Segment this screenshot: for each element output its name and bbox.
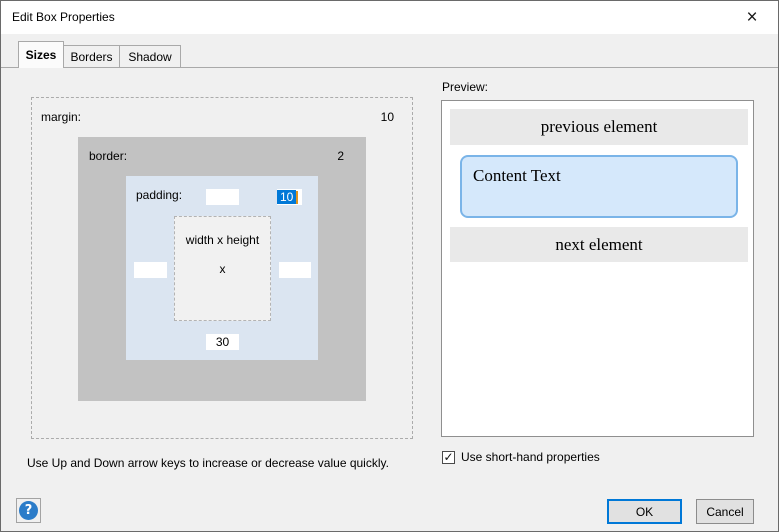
tab-sizes[interactable]: Sizes xyxy=(18,41,64,68)
preview-next-element: next element xyxy=(450,227,748,262)
ok-button[interactable]: OK xyxy=(607,499,682,524)
padding-right-input[interactable] xyxy=(279,262,311,278)
check-mark-icon: ✓ xyxy=(443,451,453,463)
padding-left-input[interactable] xyxy=(134,262,167,278)
help-icon: ? xyxy=(19,501,38,520)
dialog-title: Edit Box Properties xyxy=(12,10,115,24)
close-icon: × xyxy=(746,7,757,29)
padding-label: padding: xyxy=(136,188,182,202)
content-size-box: width x height x xyxy=(174,216,271,321)
shorthand-checkbox-label: Use short-hand properties xyxy=(461,450,600,464)
titlebar: Edit Box Properties × xyxy=(1,1,778,34)
margin-value: 10 xyxy=(381,110,394,124)
preview-content-box: Content Text xyxy=(460,155,738,218)
preview-label: Preview: xyxy=(442,80,488,94)
border-label: border: xyxy=(89,149,127,163)
checkbox-box: ✓ xyxy=(442,451,455,464)
tab-shadow[interactable]: Shadow xyxy=(119,45,181,68)
padding-bottom-input[interactable] xyxy=(206,334,239,350)
selected-text: 10 xyxy=(277,190,296,204)
padding-value-input[interactable]: 10 xyxy=(277,189,302,205)
hint-text: Use Up and Down arrow keys to increase o… xyxy=(27,456,389,470)
shorthand-checkbox[interactable]: ✓ Use short-hand properties xyxy=(442,450,600,464)
padding-top-input[interactable] xyxy=(206,189,239,205)
preview-canvas: previous element Content Text next eleme… xyxy=(441,100,754,437)
width-height-label: width x height xyxy=(175,233,270,247)
edit-box-properties-dialog: Edit Box Properties × Sizes Borders Shad… xyxy=(0,0,779,532)
help-button[interactable]: ? xyxy=(16,498,41,523)
margin-label: margin: xyxy=(41,110,81,124)
border-value: 2 xyxy=(337,149,344,163)
tabstrip-divider xyxy=(1,67,778,68)
preview-previous-element: previous element xyxy=(450,109,748,145)
cancel-button[interactable]: Cancel xyxy=(696,499,754,524)
width-height-separator: x xyxy=(175,262,270,276)
tab-borders[interactable]: Borders xyxy=(63,45,120,68)
close-button[interactable]: × xyxy=(729,1,775,34)
text-caret xyxy=(296,191,298,204)
